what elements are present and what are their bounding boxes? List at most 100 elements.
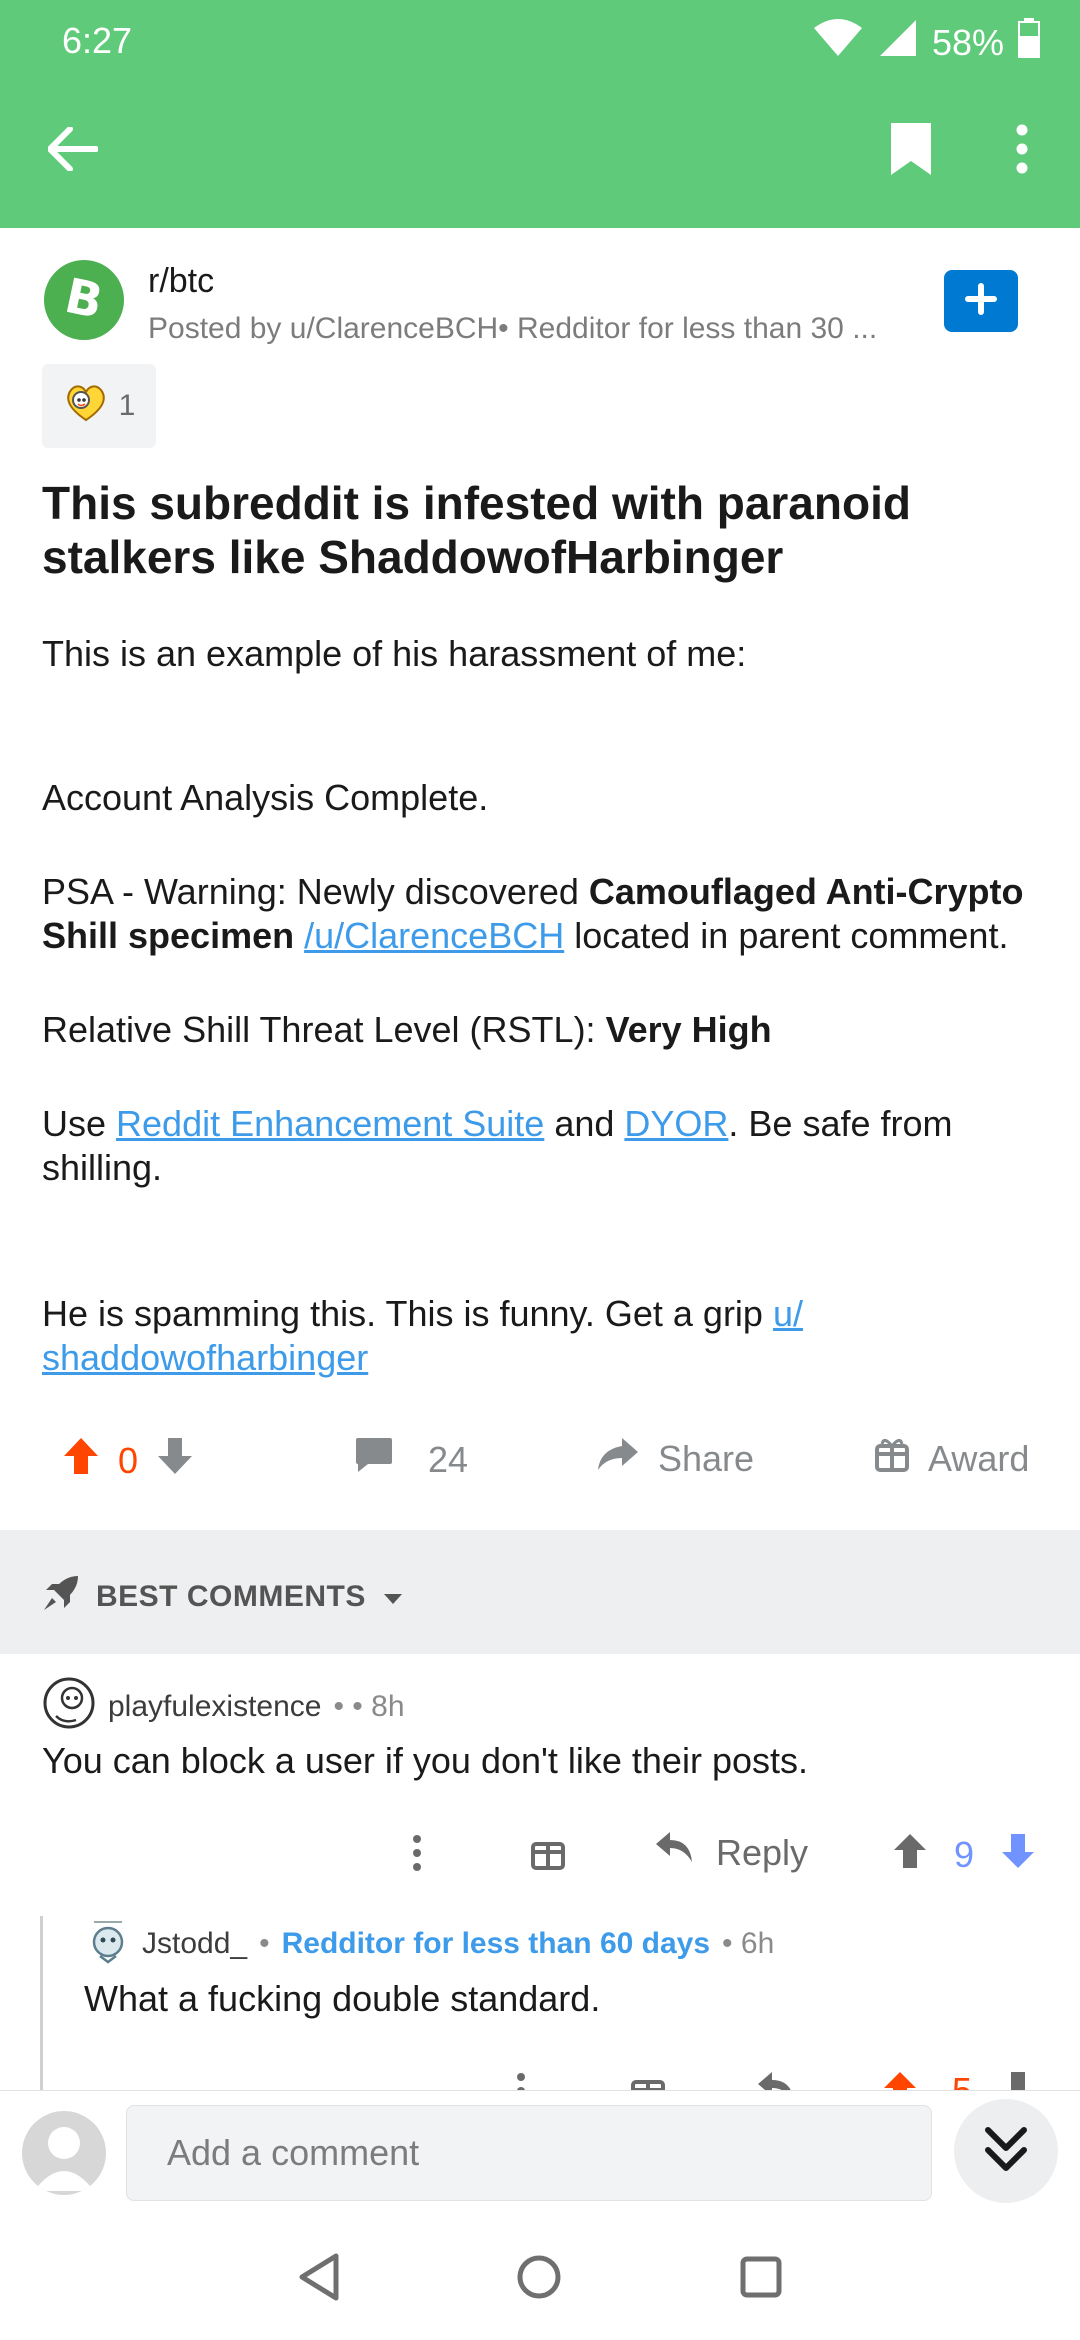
status-bar: 6:27 58% xyxy=(0,0,1080,80)
comment-author[interactable]: Jstodd_ xyxy=(142,1927,247,1961)
award-button[interactable]: Award xyxy=(874,1436,1029,1481)
blank-space xyxy=(42,958,1042,1008)
comment-downvote-button[interactable] xyxy=(1000,2070,1036,2090)
comment-header: playfulexistence • • 8h xyxy=(42,1676,405,1738)
more-vert-icon xyxy=(1015,124,1029,179)
join-subreddit-button[interactable] xyxy=(944,270,1018,332)
comment-meta: • 6h xyxy=(722,1927,775,1960)
comment-award-button[interactable] xyxy=(630,2072,666,2090)
award-chip[interactable]: 1 xyxy=(42,364,156,448)
post-title: This subreddit is infested with paranoid… xyxy=(42,477,911,583)
status-icons: 58% xyxy=(812,18,1040,67)
comments-count: 24 xyxy=(428,1438,469,1480)
more-options-button[interactable] xyxy=(980,108,1064,194)
res-link[interactable]: Reddit Enhancement Suite xyxy=(116,1103,544,1144)
reply-icon xyxy=(654,1830,694,1875)
post-action-bar: 0 24 Share Award xyxy=(0,1420,1080,1516)
signal-icon xyxy=(878,18,918,67)
comment-award-button[interactable] xyxy=(530,1834,566,1879)
text-run: located in parent comment. xyxy=(564,915,1009,956)
svg-text:B: B xyxy=(60,269,107,327)
vote-count: 0 xyxy=(118,1439,139,1481)
sort-label: BEST COMMENTS xyxy=(96,1580,366,1613)
upvote-button[interactable] xyxy=(62,1436,100,1485)
back-button[interactable] xyxy=(30,108,116,194)
text-run: He is spamming this. This is funny. Get … xyxy=(42,1293,773,1334)
blank-space xyxy=(42,676,1042,776)
comment-header: Jstodd_ • Redditor for less than 60 days… xyxy=(86,1916,774,1972)
comment-score: -5 xyxy=(940,2070,972,2090)
jump-to-next-button[interactable] xyxy=(954,2099,1058,2203)
blank-space xyxy=(42,1190,1042,1292)
text-run: Relative Shill Threat Level (RSTL): xyxy=(42,1009,606,1050)
comment-actions: Reply 9 xyxy=(0,1820,1080,1890)
comment-meta: • • 8h xyxy=(333,1690,405,1723)
system-nav-bar xyxy=(0,2210,1080,2340)
posted-by[interactable]: Posted by u/ClarenceBCH• Redditor for le… xyxy=(148,312,918,346)
back-arrow-icon xyxy=(47,125,99,176)
award-label: Award xyxy=(928,1437,1030,1479)
battery-icon xyxy=(1018,18,1040,67)
text-run: PSA - Warning: Newly discovered xyxy=(42,871,589,912)
comment-upvote-button[interactable] xyxy=(882,2070,918,2090)
body-paragraph: He is spamming this. This is funny. Get … xyxy=(42,1292,1042,1380)
comment: playfulexistence • • 8h You can block a … xyxy=(0,1670,1080,1890)
comment-upvote-button[interactable] xyxy=(892,1832,928,1879)
gift-icon xyxy=(874,1436,910,1481)
vote-group: 0 xyxy=(62,1436,194,1485)
add-comment-input[interactable]: Add a comment xyxy=(126,2105,932,2201)
comment-more-button[interactable] xyxy=(412,1834,422,1881)
comment-downvote-button[interactable] xyxy=(1000,1832,1036,1879)
user-link[interactable]: /u/ClarenceBCH xyxy=(304,915,564,956)
nav-back-button[interactable] xyxy=(296,2252,342,2307)
comment-sort-dropdown[interactable]: BEST COMMENTS xyxy=(42,1574,404,1620)
body-paragraph: This is an example of his harassment of … xyxy=(42,633,747,674)
share-icon xyxy=(596,1436,640,1481)
reply-button[interactable]: Reply xyxy=(654,1830,808,1875)
plus-icon xyxy=(965,282,997,320)
comment-author[interactable]: playfulexistence xyxy=(108,1690,321,1724)
body-paragraph: Relative Shill Threat Level (RSTL): Very… xyxy=(42,1008,1042,1052)
comment-reply: Jstodd_ • Redditor for less than 60 days… xyxy=(0,1910,1080,2090)
nav-home-button[interactable] xyxy=(516,2254,562,2305)
save-post-button[interactable] xyxy=(868,108,954,194)
blank-space xyxy=(42,1052,1042,1102)
comment-more-button[interactable] xyxy=(516,2072,526,2090)
current-user-avatar[interactable] xyxy=(22,2111,106,2195)
battery-percent: 58% xyxy=(931,21,1004,63)
bitcoin-icon: B xyxy=(59,267,109,332)
reply-button[interactable] xyxy=(756,2070,796,2090)
text-run: and xyxy=(544,1103,625,1144)
comment-body: You can block a user if you don't like t… xyxy=(42,1740,808,1781)
user-avatar-icon[interactable] xyxy=(86,1916,130,1972)
post-body: This is an example of his harassment of … xyxy=(42,632,1042,1380)
downvote-button[interactable] xyxy=(156,1436,194,1485)
nav-recents-button[interactable] xyxy=(740,2256,782,2303)
chevron-down-icon xyxy=(382,1580,404,1614)
share-label: Share xyxy=(658,1437,755,1479)
dyor-link[interactable]: DYOR xyxy=(624,1103,728,1144)
body-paragraph: Use Reddit Enhancement Suite and DYOR. B… xyxy=(42,1102,1042,1190)
bold-text: Very High xyxy=(605,1009,772,1050)
rocket-icon xyxy=(42,1574,80,1620)
wifi-icon xyxy=(812,18,864,67)
subreddit-avatar[interactable]: B xyxy=(44,260,124,340)
body-paragraph: PSA - Warning: Newly discovered Camoufla… xyxy=(42,870,1042,958)
user-avatar-icon[interactable] xyxy=(42,1676,96,1738)
top-bar: 6:27 58% xyxy=(0,0,1080,228)
blank-space xyxy=(42,820,1042,870)
body-paragraph: Account Analysis Complete. xyxy=(42,777,489,818)
subreddit-name[interactable]: r/btc xyxy=(148,262,214,301)
share-button[interactable]: Share xyxy=(596,1436,754,1481)
comment-body: What a fucking double standard. xyxy=(84,1978,601,2019)
award-count: 1 xyxy=(118,389,136,422)
bookmark-icon xyxy=(889,121,933,182)
comment-bubble-icon xyxy=(354,1436,394,1483)
user-flair: Redditor for less than 60 days xyxy=(281,1927,711,1960)
double-chevron-down-icon xyxy=(984,2126,1028,2177)
comment-score: 9 xyxy=(954,1834,975,1875)
separator-dot: • xyxy=(259,1927,270,1960)
app-bar xyxy=(0,100,1080,210)
wholesome-award-icon xyxy=(63,382,109,430)
comments-button[interactable]: 24 xyxy=(354,1436,468,1483)
